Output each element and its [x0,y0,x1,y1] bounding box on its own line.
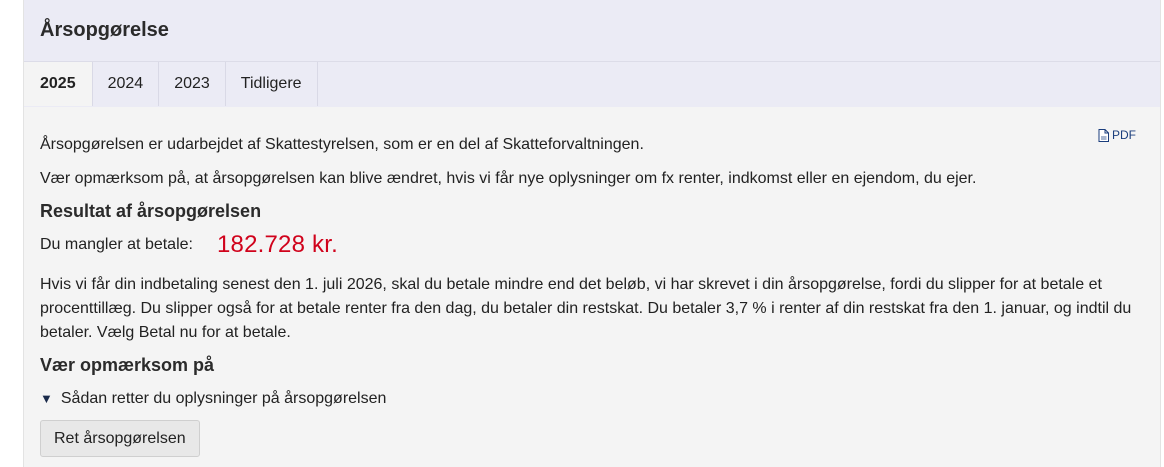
amount-due-label: Du mangler at betale: [40,236,193,253]
tab-2023[interactable]: 2023 [159,62,226,106]
correct-statement-button[interactable]: Ret årsopgørelsen [40,420,200,457]
amount-due-row: Du mangler at betale: 182.728 kr. [40,233,338,257]
correction-details-toggle[interactable]: ▼ Sådan retter du oplysninger på årsopgø… [40,387,386,411]
tab-earlier[interactable]: Tidligere [226,62,318,106]
tab-2024[interactable]: 2024 [93,62,160,106]
pdf-link[interactable]: PDF [1098,123,1136,147]
details-label: Sådan retter du oplysninger på årsopgøre… [60,390,387,407]
payment-info-text: Hvis vi får din indbetaling senest den 1… [40,276,1132,341]
triangle-down-icon: ▼ [40,391,53,406]
pdf-label: PDF [1112,128,1136,142]
note-heading: Vær opmærksom på [40,355,215,375]
year-tabs: 2025 2024 2023 Tidligere [24,62,1160,107]
notice-text: Vær opmærksom på, at årsopgørelsen kan b… [40,170,977,187]
pdf-file-icon [1098,128,1109,142]
intro-text: Årsopgørelsen er udarbejdet af Skattesty… [40,136,644,153]
amount-due-value: 182.728 kr. [216,231,338,258]
annual-statement-panel: Årsopgørelse 2025 2024 2023 Tidligere PD… [23,0,1161,467]
tab-2025[interactable]: 2025 [24,62,93,106]
panel-title: Årsopgørelse [40,19,169,41]
panel-header: Årsopgørelse [24,0,1160,62]
result-heading: Resultat af årsopgørelsen [40,201,262,221]
